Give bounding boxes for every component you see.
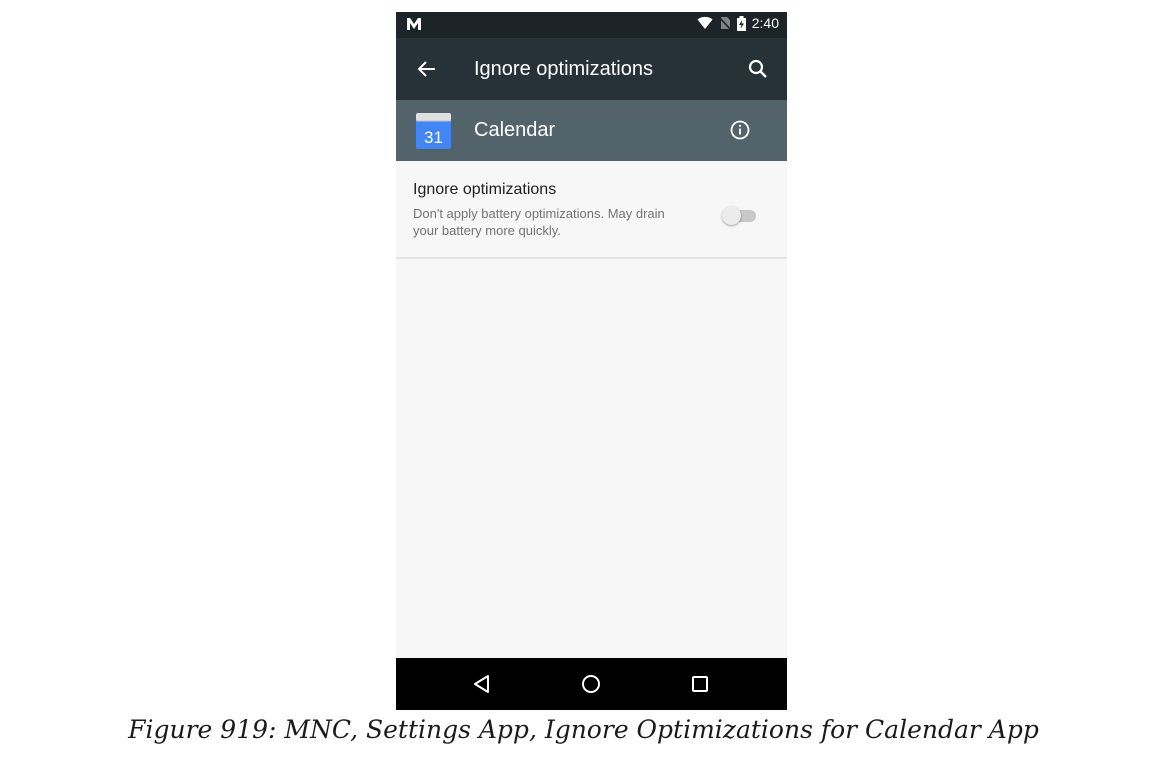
ignore-optimizations-toggle[interactable] — [722, 204, 758, 225]
arrow-back-icon[interactable] — [416, 58, 438, 80]
m-logo-icon — [407, 18, 421, 30]
status-bar: 2:40 — [396, 12, 787, 38]
ignore-optimizations-setting[interactable]: Ignore optimizations Don't apply battery… — [396, 161, 787, 257]
phone-screen: 2:40 Ignore optimizations 31 Calendar Ig… — [396, 12, 787, 710]
setting-summary: Don't apply battery optimizations. May d… — [413, 206, 665, 238]
toolbar: Ignore optimizations — [396, 38, 787, 100]
no-sim-icon — [718, 16, 731, 30]
nav-home-icon[interactable] — [580, 673, 602, 695]
status-time: 2:40 — [751, 15, 779, 31]
wifi-icon — [697, 16, 713, 29]
setting-label: Ignore optimizations — [413, 181, 557, 198]
toolbar-title: Ignore optimizations — [474, 58, 653, 80]
app-name: Calendar — [474, 119, 556, 141]
app-header: 31 Calendar — [396, 100, 787, 161]
nav-recents-icon[interactable] — [689, 673, 711, 695]
divider — [396, 257, 787, 259]
search-icon[interactable] — [747, 58, 769, 80]
toggle-thumb — [722, 206, 741, 225]
nav-back-icon[interactable] — [471, 673, 493, 695]
navigation-bar — [396, 658, 787, 710]
battery-charging-icon — [736, 15, 746, 31]
calendar-app-icon: 31 — [416, 113, 451, 149]
figure-caption: Figure 919: MNC, Settings App, Ignore Op… — [128, 715, 1039, 744]
calendar-day-number: 31 — [424, 128, 443, 147]
info-icon[interactable] — [729, 119, 751, 141]
